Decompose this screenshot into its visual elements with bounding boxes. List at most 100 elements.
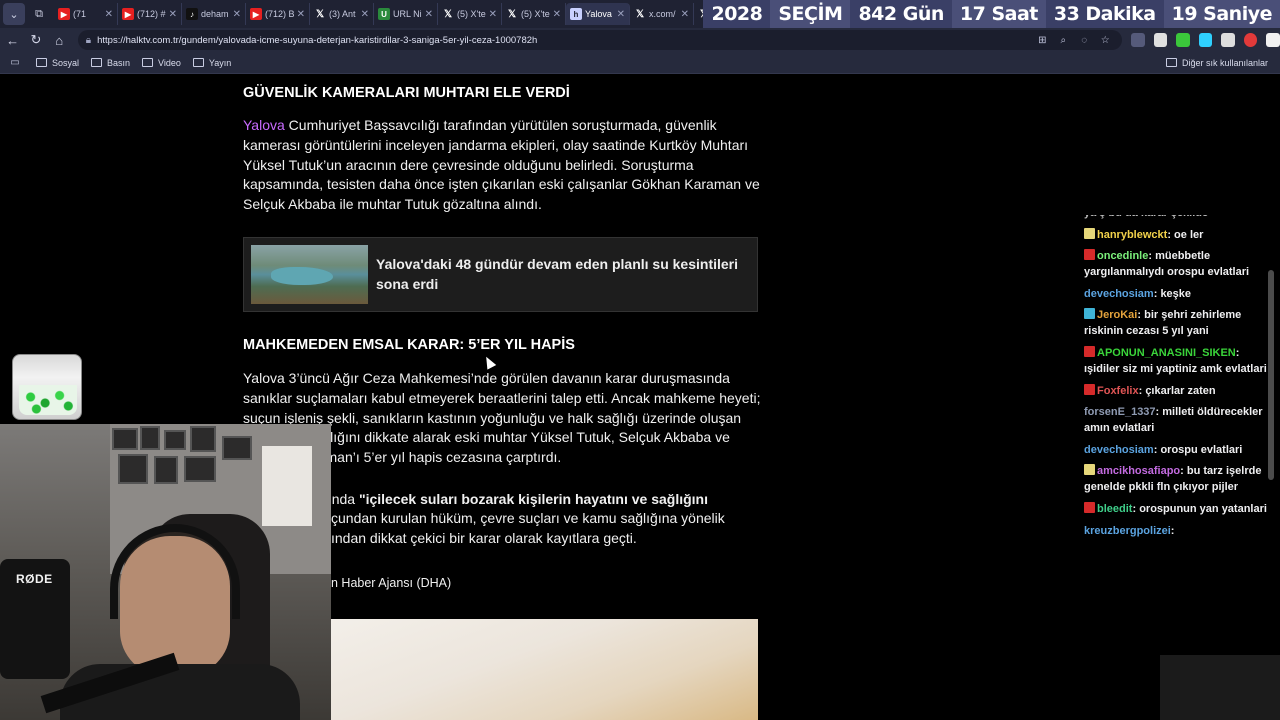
extension-icon[interactable] xyxy=(1198,33,1213,47)
blurred-corner xyxy=(1160,655,1280,720)
extension-icon[interactable] xyxy=(1153,33,1168,47)
extension-icon[interactable] xyxy=(1176,33,1190,47)
close-tab-icon[interactable]: ✕ xyxy=(361,9,369,20)
workspaces-icon[interactable]: ⧉ xyxy=(28,3,50,25)
close-tab-icon[interactable]: ✕ xyxy=(489,9,497,20)
chat-colon: : xyxy=(1170,524,1175,537)
chat-badge-icon xyxy=(1084,308,1095,320)
chat-badge-icon xyxy=(1084,383,1095,395)
tiktok-icon: ♪ xyxy=(186,8,198,20)
chat-badge-icon xyxy=(1084,464,1095,476)
stream-chat: ya ş bu da karar şekilde hanryblewckt: o… xyxy=(1084,205,1270,645)
close-tab-icon[interactable]: ✕ xyxy=(617,9,625,20)
related-article-card[interactable]: Yalova'daki 48 gündür devam eden planlı … xyxy=(243,237,758,312)
countdown-hours: 17 Saat xyxy=(951,0,1046,28)
browser-tab[interactable]: 𝕏 (3) Ant ✕ xyxy=(310,3,374,25)
chat-colon: : xyxy=(1180,465,1187,478)
close-tab-icon[interactable]: ✕ xyxy=(233,9,241,20)
chat-username[interactable]: oncedinle xyxy=(1097,250,1148,262)
home-icon[interactable]: ⌂ xyxy=(49,29,70,51)
chat-username[interactable]: bleedit xyxy=(1097,503,1132,515)
extension-icon[interactable] xyxy=(1221,33,1235,47)
browser-tab[interactable]: ▶ (71 ✕ xyxy=(54,3,118,25)
bookmark-label: Diğer sık kullanılanlar xyxy=(1181,57,1268,68)
chat-message: amcikhosafiapo: bu tarz işelrde genelde … xyxy=(1084,463,1270,495)
browser-tab[interactable]: h Yalova ✕ xyxy=(566,3,630,25)
chat-message: bleedit: orospunun yan yatanlari xyxy=(1084,501,1270,517)
reload-icon[interactable]: ↻ xyxy=(25,29,46,51)
chat-message: devechosiam: orospu evlatlari xyxy=(1084,442,1270,458)
other-bookmarks-folder[interactable]: Diğer sık kullanılanlar xyxy=(1165,57,1268,68)
countdown-seconds: 19 Saniye xyxy=(1163,0,1280,28)
close-tab-icon[interactable]: ✕ xyxy=(553,9,561,20)
chat-message: kreuzbergpolizei: xyxy=(1084,523,1270,539)
bookmark-folder[interactable]: Video xyxy=(142,58,181,68)
article-heading-verdict: MAHKEMEDEN EMSAL KARAR: 5’ER YIL HAPİS xyxy=(243,337,763,353)
chat-username[interactable]: JeroKai xyxy=(1097,309,1137,321)
browser-tab[interactable]: ♪ deham ✕ xyxy=(182,3,246,25)
countdown-label: SEÇİM xyxy=(770,0,851,28)
chat-message: oncedinle: müebbetle yargılanmalıydı oro… xyxy=(1084,248,1270,280)
chat-scrollbar[interactable] xyxy=(1268,270,1274,480)
close-tab-icon[interactable]: ✕ xyxy=(425,9,433,20)
related-article-thumbnail xyxy=(251,245,368,304)
bookmark-folder[interactable]: Basın xyxy=(91,58,130,68)
bookmark-folder[interactable]: Yayın xyxy=(192,58,231,68)
chat-username[interactable]: kreuzbergpolizei xyxy=(1084,525,1171,537)
tab-actions-chevron-icon[interactable]: ⌄ xyxy=(3,3,25,25)
apps-icon[interactable]: ⊞ xyxy=(1033,32,1051,48)
address-toolbar: ← ↻ ⌂ 🔒︎ https://halktv.com.tr/gundem/ya… xyxy=(0,28,1280,52)
zoom-icon[interactable]: ⌕ xyxy=(1054,32,1072,48)
extension-icon[interactable] xyxy=(1243,33,1258,47)
chat-username[interactable]: amcikhosafiapo xyxy=(1097,465,1180,477)
chat-username[interactable]: hanryblewckt xyxy=(1097,229,1167,241)
article-source: n Haber Ajansı (DHA) xyxy=(331,576,452,590)
article-image xyxy=(331,619,758,720)
chat-message-list: hanryblewckt: oe ler oncedinle: müebbetle… xyxy=(1084,227,1270,539)
chat-badge-icon xyxy=(1084,501,1095,513)
webcam-overlay: RØDE xyxy=(0,424,331,720)
bookmark-folder[interactable]: Sosyal xyxy=(36,58,79,68)
browser-tab[interactable]: U URL Ni ✕ xyxy=(374,3,438,25)
close-tab-icon[interactable]: ✕ xyxy=(169,9,177,20)
browser-tab[interactable]: ▶ (712) # ✕ xyxy=(118,3,182,25)
countdown-days: 842 Gün xyxy=(858,3,944,25)
chat-badge-icon xyxy=(1084,249,1095,261)
x-icon: 𝕏 xyxy=(635,8,645,20)
chat-username[interactable]: devechosiam xyxy=(1084,444,1154,456)
browser-tab[interactable]: ▶ (712) B ✕ xyxy=(246,3,310,25)
chat-text: çıkarlar zaten xyxy=(1145,384,1216,397)
extension-icon[interactable] xyxy=(1131,33,1145,47)
youtube-icon: ▶ xyxy=(58,8,70,20)
back-icon[interactable]: ← xyxy=(2,29,23,51)
favorite-star-icon[interactable]: ☆ xyxy=(1096,32,1114,48)
browser-tab[interactable]: 𝕏 (5) X'te ✕ xyxy=(438,3,502,25)
url-bar-actions: ⊞ ⌕ ◌ ☆ xyxy=(1030,32,1114,48)
url-icon: U xyxy=(378,8,390,20)
chat-username[interactable]: devechosiam xyxy=(1084,288,1154,300)
chat-username[interactable]: forsenE_1337 xyxy=(1084,406,1156,418)
close-tab-icon[interactable]: ✕ xyxy=(681,9,689,20)
close-tab-icon[interactable]: ✕ xyxy=(105,9,113,20)
chat-message: JeroKai: bir şehri zehirleme riskinin ce… xyxy=(1084,307,1270,339)
chat-username[interactable]: APONUN_ANASINI_SIKEN xyxy=(1097,347,1236,359)
browser-tab[interactable]: 𝕏x.com/ ✕ xyxy=(630,3,694,25)
url-text: https://halktv.com.tr/gundem/yalovada-ic… xyxy=(97,34,538,46)
lock-icon: 🔒︎ xyxy=(85,34,92,46)
chat-top-fade xyxy=(1084,201,1270,215)
yalova-link[interactable]: Yalova xyxy=(243,117,285,133)
bookmarks-menu-icon[interactable]: ▭ xyxy=(6,55,24,71)
green-beads xyxy=(19,385,77,415)
url-bar[interactable]: 🔒︎ https://halktv.com.tr/gundem/yalovada… xyxy=(77,30,1123,50)
browser-tab[interactable]: 𝕏 (5) X'te ✕ xyxy=(502,3,566,25)
chat-username[interactable]: Foxfelix xyxy=(1097,385,1139,397)
article-paragraph-1: Yalova Cumhuriyet Başsavcılığı tarafında… xyxy=(243,116,761,215)
close-tab-icon[interactable]: ✕ xyxy=(297,9,305,20)
election-countdown-overlay: 2028 SEÇİM 842 Gün 17 Saat 33 Dakika 19 … xyxy=(703,0,1280,28)
tab-title: x.com/ xyxy=(649,9,676,19)
read-aloud-icon[interactable]: ◌ xyxy=(1075,32,1093,48)
extension-icon[interactable] xyxy=(1266,33,1280,47)
countdown-minutes: 33 Dakika xyxy=(1053,3,1156,25)
tab-title: deham xyxy=(201,9,229,19)
related-article-title[interactable]: Yalova'daki 48 gündür devam eden planlı … xyxy=(376,255,746,294)
